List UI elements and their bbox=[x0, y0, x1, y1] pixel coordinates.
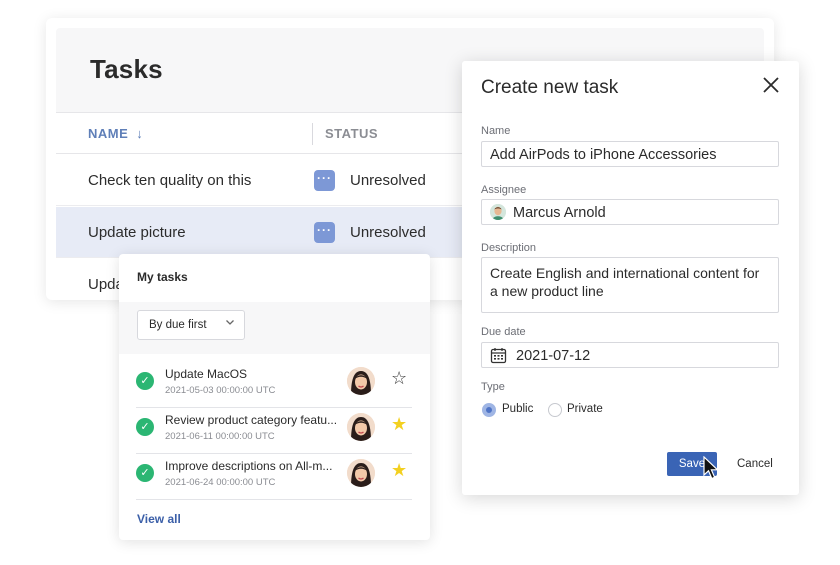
task-name: Check ten quality on this bbox=[88, 172, 252, 189]
ellipsis-icon: ··· bbox=[314, 170, 335, 191]
view-all-link[interactable]: View all bbox=[137, 512, 181, 526]
assignee-field[interactable]: Marcus Arnold bbox=[481, 199, 779, 225]
cancel-button[interactable]: Cancel bbox=[737, 458, 773, 470]
list-item-title: Update MacOS bbox=[165, 367, 248, 381]
my-tasks-title: My tasks bbox=[137, 270, 188, 284]
column-header-name[interactable]: NAME ↓ bbox=[88, 126, 143, 141]
due-date-label: Due date bbox=[481, 326, 526, 338]
my-tasks-panel: My tasks By due first ✓ Update MacOS 202… bbox=[119, 254, 430, 540]
description-label: Description bbox=[481, 242, 537, 254]
calendar-icon[interactable] bbox=[490, 347, 507, 367]
task-status: Unresolved bbox=[350, 172, 426, 189]
list-item-date: 2021-05-03 00:00:00 UTC bbox=[165, 385, 276, 396]
type-label: Type bbox=[481, 381, 505, 393]
radio-private-label[interactable]: Private bbox=[567, 403, 603, 415]
list-item[interactable]: ✓ Improve descriptions on All-m... 2021-… bbox=[136, 454, 412, 500]
column-divider bbox=[312, 123, 313, 145]
due-date-value: 2021-07-12 bbox=[516, 348, 591, 364]
avatar bbox=[347, 413, 375, 441]
list-item[interactable]: ✓ Review product category featu... 2021-… bbox=[136, 408, 412, 454]
avatar bbox=[347, 367, 375, 395]
sort-dropdown-value: By due first bbox=[149, 319, 207, 331]
assignee-name: Marcus Arnold bbox=[513, 205, 606, 221]
list-item-date: 2021-06-24 00:00:00 UTC bbox=[165, 477, 276, 488]
column-name-label: NAME bbox=[88, 126, 129, 141]
page-title: Tasks bbox=[90, 54, 163, 84]
my-tasks-header: My tasks bbox=[119, 254, 430, 302]
list-item-title: Review product category featu... bbox=[165, 413, 338, 427]
avatar bbox=[347, 459, 375, 487]
list-item-title: Improve descriptions on All-m... bbox=[165, 459, 333, 473]
chevron-down-icon bbox=[225, 317, 235, 330]
name-field[interactable]: Add AirPods to iPhone Accessories bbox=[481, 141, 779, 167]
check-circle-icon[interactable]: ✓ bbox=[136, 464, 154, 482]
dialog-title: Create new task bbox=[481, 77, 619, 98]
task-name: Update picture bbox=[88, 224, 186, 241]
mouse-pointer-icon bbox=[703, 455, 721, 482]
create-task-dialog: Create new task Name Add AirPods to iPho… bbox=[462, 61, 799, 495]
check-circle-icon[interactable]: ✓ bbox=[136, 418, 154, 436]
ellipsis-icon: ··· bbox=[314, 222, 335, 243]
star-outline-icon[interactable]: ☆ bbox=[391, 368, 407, 388]
check-circle-icon[interactable]: ✓ bbox=[136, 372, 154, 390]
radio-public[interactable] bbox=[482, 403, 496, 417]
task-status: Unresolved bbox=[350, 224, 426, 241]
description-field[interactable]: Create English and international content… bbox=[481, 257, 779, 313]
radio-public-label[interactable]: Public bbox=[502, 403, 533, 415]
sort-dropdown[interactable]: By due first bbox=[137, 310, 245, 340]
my-tasks-filter-bar: By due first bbox=[119, 302, 430, 354]
sort-down-icon[interactable]: ↓ bbox=[136, 126, 143, 141]
radio-private[interactable] bbox=[548, 403, 562, 417]
list-item[interactable]: ✓ Update MacOS 2021-05-03 00:00:00 UTC ☆ bbox=[136, 362, 412, 408]
avatar bbox=[490, 204, 506, 220]
close-icon[interactable] bbox=[760, 74, 782, 96]
list-item-date: 2021-06-11 00:00:00 UTC bbox=[165, 431, 275, 442]
star-filled-icon[interactable]: ★ bbox=[391, 414, 407, 434]
name-label: Name bbox=[481, 125, 511, 137]
due-date-field[interactable]: 2021-07-12 bbox=[481, 342, 779, 368]
column-header-status[interactable]: STATUS bbox=[325, 126, 378, 141]
assignee-label: Assignee bbox=[481, 184, 527, 196]
star-filled-icon[interactable]: ★ bbox=[391, 460, 407, 480]
